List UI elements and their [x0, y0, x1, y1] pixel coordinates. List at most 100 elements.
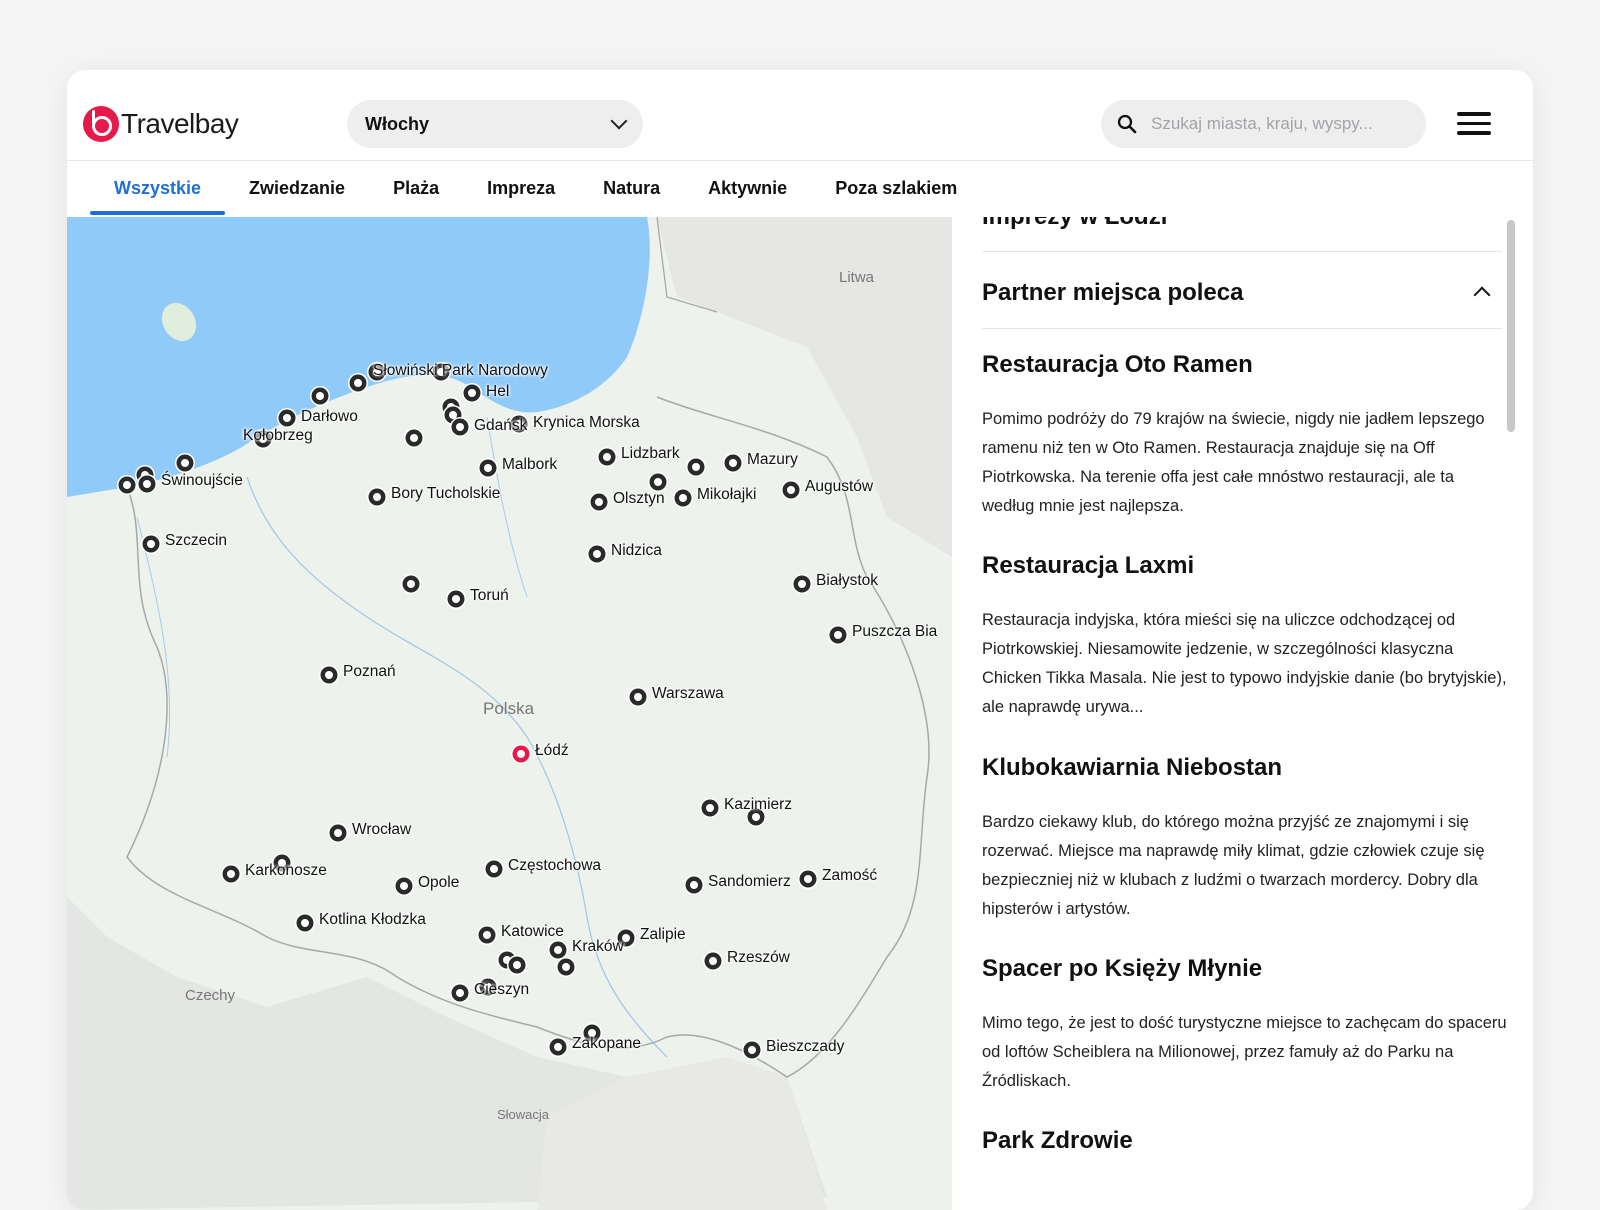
map-pin-center [654, 478, 662, 486]
map-pin-center [456, 423, 464, 431]
tab-aktywnie[interactable]: Aktywnie [684, 161, 811, 217]
map-pin-center [490, 865, 498, 873]
brand-name: Travelbay [121, 108, 239, 139]
map-pin-center [354, 379, 362, 387]
map-pin-label[interactable]: Opole [418, 874, 459, 892]
map-pin-center [227, 870, 235, 878]
entry-title: Klubokawiarnia Niebostan [982, 754, 1283, 781]
recommendations-panel: Imprezy w Łodzi Partner miejsca poleca R… [952, 217, 1533, 1210]
map-pin-selected-center [517, 750, 525, 758]
tab-wszystkie[interactable]: Wszystkie [90, 161, 226, 217]
section-title: Partner miejsca poleca [982, 279, 1244, 306]
search-input[interactable] [1149, 113, 1403, 135]
map-pin-center [834, 631, 842, 639]
country-select[interactable]: Włochy [347, 100, 643, 148]
map-pin-center [181, 459, 189, 467]
map-pin-label[interactable]: Gdańsk [474, 417, 527, 435]
map-pin-center [400, 882, 408, 890]
map-pin-label[interactable]: Częstochowa [508, 857, 601, 875]
map-pin-center [729, 459, 737, 467]
menu-icon[interactable] [1457, 112, 1491, 136]
map-pin-label[interactable]: Zalipie [640, 926, 686, 944]
map-pin-center [554, 946, 562, 954]
map-pin-label[interactable]: Hel [486, 383, 509, 401]
map-pin-label[interactable]: Sandomierz [708, 873, 791, 891]
map-pin-label[interactable]: Nidzica [611, 542, 662, 560]
map-pin-center [752, 813, 760, 821]
tab-natura[interactable]: Natura [579, 161, 684, 217]
map-pin-label[interactable]: Kołobrzeg [243, 427, 313, 445]
map-pin-label[interactable]: Katowice [501, 923, 564, 941]
map-pin-label[interactable]: Krynica Morska [533, 414, 640, 432]
map[interactable]: Polska Litwa Czechy Słowacja Słowiński P… [67, 217, 952, 1210]
map-pin-label[interactable]: Malbork [502, 456, 557, 474]
map-pin-center [748, 1046, 756, 1054]
map-pin-center [147, 540, 155, 548]
map-pin-label[interactable]: Zakopane [572, 1035, 641, 1053]
map-pin-center [316, 392, 324, 400]
map-pin-label[interactable]: Wrocław [352, 821, 411, 839]
logo-mark-icon [83, 106, 119, 142]
map-pin-label[interactable]: Bory Tucholskie [391, 485, 500, 503]
entry-title: Restauracja Laxmi [982, 552, 1195, 579]
map-pin-center [709, 957, 717, 965]
tab-plaza[interactable]: Plaża [369, 161, 463, 217]
search-icon [1117, 114, 1137, 134]
map-pin-label[interactable]: Warszawa [652, 685, 724, 703]
map-pin-label[interactable]: Słowiński Park Narodowy [373, 362, 548, 380]
category-tabs: Wszystkie Zwiedzanie Plaża Impreza Natur… [67, 160, 1533, 217]
map-pin-label[interactable]: Lidzbark [621, 445, 680, 463]
map-pin-label[interactable]: Mikołajki [697, 486, 756, 504]
tab-poza-szlakiem[interactable]: Poza szlakiem [811, 161, 981, 217]
divider [982, 328, 1502, 329]
map-pin-label[interactable]: Kazimierz [724, 796, 792, 814]
map-pin-center [787, 486, 795, 494]
map-pin-center [410, 434, 418, 442]
map-pin-label[interactable]: Puszcza Bia [852, 623, 937, 641]
map-pin-label[interactable]: Białystok [816, 572, 878, 590]
search-box[interactable] [1101, 100, 1426, 148]
map-pin-center [334, 829, 342, 837]
map-pin-label[interactable]: Zamość [822, 867, 877, 885]
map-pin-center [562, 963, 570, 971]
map-pin-center [595, 498, 603, 506]
map-pin-center [143, 480, 151, 488]
map-pin-center [798, 580, 806, 588]
map-pin-label[interactable]: Cieszyn [474, 981, 529, 999]
map-pin-label[interactable]: Kotlina Kłodzka [319, 911, 426, 929]
map-pin-center [283, 414, 291, 422]
panel-scrollbar[interactable] [1507, 220, 1515, 432]
entry-title: Park Zdrowie [982, 1127, 1133, 1154]
map-pin-label[interactable]: Rzeszów [727, 949, 790, 967]
map-pin-label[interactable]: Poznań [343, 663, 396, 681]
map-pin-center [603, 453, 611, 461]
map-pin-label[interactable]: Augustów [805, 478, 873, 496]
entry-title: Restauracja Oto Ramen [982, 351, 1253, 378]
map-pin-center [634, 693, 642, 701]
map-pin-label[interactable]: Karkonosze [245, 862, 327, 880]
map-pin-label[interactable]: Kraków [572, 938, 624, 956]
tab-zwiedzanie[interactable]: Zwiedzanie [225, 161, 369, 217]
map-pin-label[interactable]: Bieszczady [766, 1038, 844, 1056]
chevron-up-icon[interactable] [1473, 286, 1491, 304]
map-pin-center [513, 961, 521, 969]
brand-logo[interactable]: Travelbay [83, 104, 239, 144]
map-pin-center [325, 671, 333, 679]
map-pin-center [456, 989, 464, 997]
entry-text: Bardzo ciekawy klub, do którego można pr… [982, 813, 1485, 918]
map-pin-label[interactable]: Świnoujście [161, 472, 243, 490]
map-pin-label[interactable]: Łódź [535, 742, 569, 760]
map-pin-label[interactable]: Szczecin [165, 532, 227, 550]
tab-impreza[interactable]: Impreza [463, 161, 579, 217]
map-pin-label[interactable]: Mazury [747, 451, 798, 469]
map-pin-label[interactable]: Darłowo [301, 408, 358, 426]
map-pin-center [123, 481, 131, 489]
map-pin-center [452, 595, 460, 603]
map-pin-center [484, 464, 492, 472]
header: Travelbay Włochy [67, 70, 1533, 160]
map-pin-label[interactable]: Toruń [470, 587, 509, 605]
map-pin-center [449, 411, 457, 419]
divider [982, 251, 1502, 252]
map-pin-center [593, 550, 601, 558]
map-pin-label[interactable]: Olsztyn [613, 490, 665, 508]
